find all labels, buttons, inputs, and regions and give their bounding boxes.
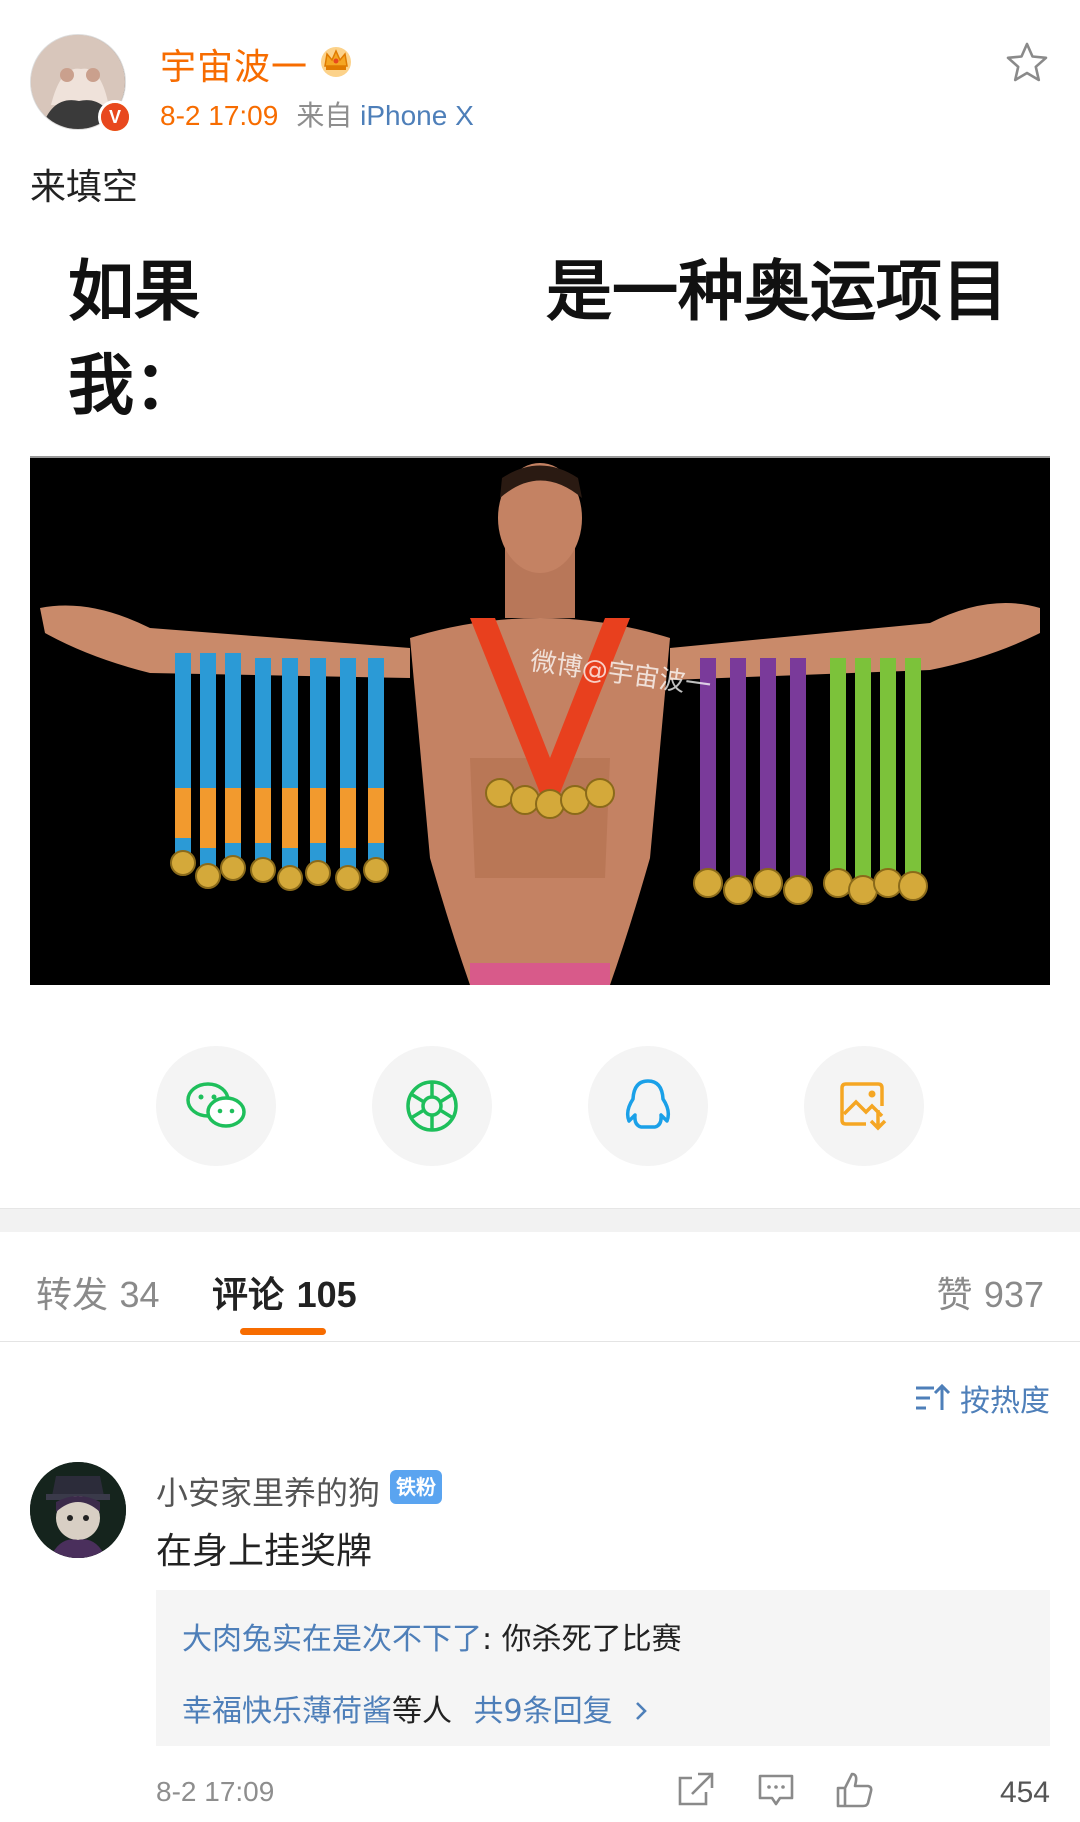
share-row — [0, 1046, 1080, 1168]
post-text: 来填空 — [30, 167, 139, 208]
tab-like-label: 赞 — [936, 1275, 973, 1316]
share-wechat-button[interactable] — [156, 1046, 276, 1166]
wechat-icon — [186, 1082, 246, 1128]
reply-preview-line: 大肉兔实在是次不下了: 你杀死了比赛 — [182, 1614, 682, 1658]
moments-icon — [406, 1080, 458, 1132]
sort-icon — [916, 1383, 951, 1410]
comment-text: 在身上挂奖牌 — [156, 1531, 373, 1572]
share-comment-icon[interactable] — [676, 1770, 716, 1810]
save-image-icon — [840, 1082, 887, 1131]
tab-comment-label: 评论 — [212, 1275, 285, 1316]
comment-time: 8-2 17:09 — [156, 1776, 275, 1807]
tab-comment[interactable]: 评论 105 — [212, 1266, 357, 1318]
like-thumb-icon[interactable] — [834, 1770, 874, 1810]
tab-comment-count: 105 — [296, 1274, 357, 1315]
reply-total-link[interactable]: 共9条回复 — [474, 1694, 613, 1729]
weibo-post-page: V 宇宙波一 8-2 17:09 来自 iPhone X 来填空 如果 我： 是一… — [0, 0, 1080, 1822]
sort-label: 按热度 — [960, 1384, 1050, 1419]
comment-footer: 8-2 17:09 454 — [156, 1770, 1050, 1814]
tab-like[interactable]: 赞 937 — [936, 1266, 1044, 1318]
tab-like-count: 937 — [983, 1274, 1044, 1315]
tab-repost-count: 34 — [119, 1274, 160, 1315]
post-device[interactable]: iPhone X — [360, 100, 474, 131]
comment-item: 小安家里养的狗 铁粉 在身上挂奖牌 大肉兔实在是次不下了: 你杀死了比赛 幸福快… — [30, 1462, 1050, 1822]
sort-by-hot-button[interactable]: 按热度 — [914, 1376, 1050, 1420]
crown-icon — [321, 47, 351, 77]
reply-more-users[interactable]: 幸福快乐薄荷酱 — [182, 1694, 392, 1729]
chevron-right-icon — [636, 1702, 648, 1720]
share-qq-button[interactable] — [588, 1046, 708, 1166]
save-image-button[interactable] — [804, 1046, 924, 1166]
post-from-label: 来自 — [296, 100, 353, 131]
post-meta: 8-2 17:09 来自 iPhone X — [160, 94, 474, 134]
verified-badge-icon: V — [98, 100, 132, 134]
qq-icon — [625, 1079, 671, 1129]
active-tab-indicator — [240, 1328, 326, 1335]
favorite-star-icon[interactable] — [1004, 40, 1050, 86]
comment-like-count: 454 — [999, 1776, 1050, 1809]
meme-photo: 微博@宇宙波一 — [30, 456, 1050, 985]
reply-text: : 你杀死了比赛 — [482, 1622, 682, 1657]
post-header: V 宇宙波一 8-2 17:09 来自 iPhone X — [30, 34, 1050, 134]
reply-more-suffix: 等人 — [392, 1694, 452, 1729]
tab-repost[interactable]: 转发 34 — [36, 1266, 160, 1318]
more-replies-line[interactable]: 幸福快乐薄荷酱等人 共9条回复 — [182, 1686, 650, 1730]
reply-preview[interactable]: 大肉兔实在是次不下了: 你杀死了比赛 幸福快乐薄荷酱等人 共9条回复 — [156, 1590, 1050, 1746]
meme-caption-left: 如果 我： — [68, 253, 200, 424]
reply-comment-icon[interactable] — [756, 1770, 796, 1810]
author-avatar[interactable]: V — [30, 34, 132, 134]
meme-caption: 如果 我： 是一种奥运项目 — [30, 215, 1050, 455]
share-moments-button[interactable] — [372, 1046, 492, 1166]
commenter-avatar[interactable] — [30, 1462, 126, 1558]
author-name[interactable]: 宇宙波一 — [160, 38, 308, 90]
commenter-name[interactable]: 小安家里养的狗 — [156, 1468, 380, 1514]
interaction-tabs: 转发 34 评论 105 赞 937 — [0, 1232, 1080, 1342]
post-image[interactable]: 如果 我： 是一种奥运项目 微博@宇宙波一 — [30, 215, 1050, 985]
reply-user-link[interactable]: 大肉兔实在是次不下了 — [182, 1622, 482, 1657]
tab-repost-label: 转发 — [36, 1275, 109, 1316]
post-time: 8-2 17:09 — [160, 100, 279, 131]
fan-badge: 铁粉 — [390, 1470, 442, 1504]
meme-caption-right: 是一种奥运项目 — [546, 253, 1008, 330]
section-divider — [0, 1208, 1080, 1232]
